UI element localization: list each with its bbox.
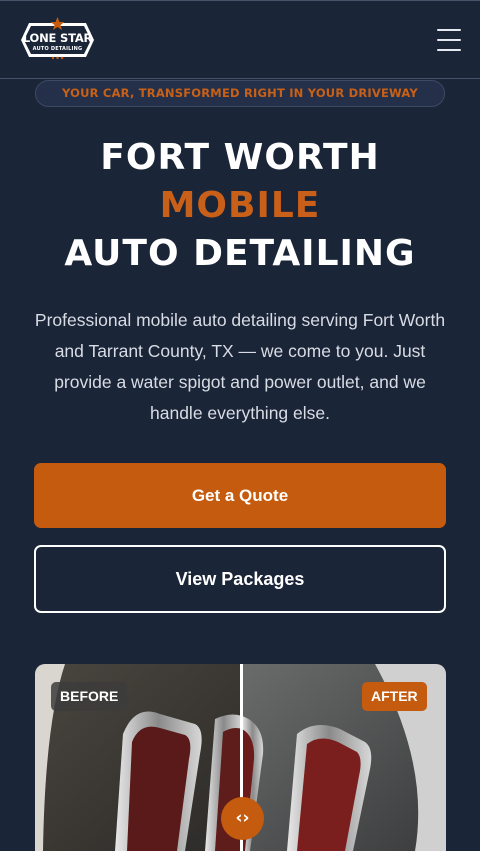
hero-title-line-3: AUTO DETAILING bbox=[64, 233, 416, 274]
lone-star-logo[interactable]: LONE STAR AUTO DETAILING bbox=[19, 17, 96, 63]
hamburger-menu-icon[interactable] bbox=[434, 25, 464, 55]
get-a-quote-button[interactable]: Get a Quote bbox=[34, 463, 446, 528]
hero-title-line-1: FORT WORTH bbox=[100, 137, 380, 178]
logo-subtitle: AUTO DETAILING bbox=[32, 46, 83, 52]
view-packages-button[interactable]: View Packages bbox=[34, 545, 446, 613]
hero-description: Professional mobile auto detailing servi… bbox=[34, 310, 446, 423]
hero-tagline-badge: YOUR CAR, TRANSFORMED RIGHT IN YOUR DRIV… bbox=[35, 80, 445, 107]
site-header: LONE STAR AUTO DETAILING bbox=[0, 0, 480, 79]
before-after-slider[interactable]: BEFORE AFTER ‹› bbox=[35, 664, 446, 851]
before-label: BEFORE bbox=[51, 682, 128, 711]
compare-arrows-icon[interactable]: ‹› bbox=[221, 797, 264, 840]
hero-title-line-2: MOBILE bbox=[159, 185, 321, 226]
logo-title: LONE STAR bbox=[22, 31, 93, 45]
after-label: AFTER bbox=[362, 682, 427, 711]
hero-title: FORT WORTH MOBILE AUTO DETAILING bbox=[0, 134, 480, 278]
